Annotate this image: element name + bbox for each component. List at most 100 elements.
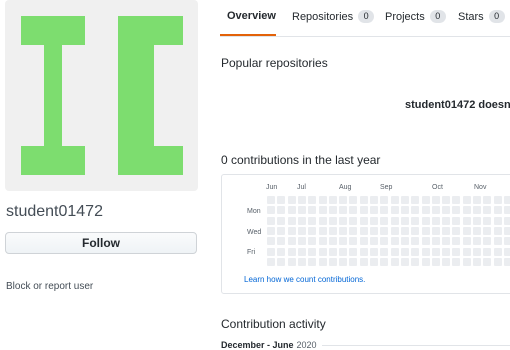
contribution-day-cell[interactable] bbox=[297, 216, 306, 225]
contribution-day-cell[interactable] bbox=[390, 257, 399, 266]
contribution-day-cell[interactable] bbox=[462, 257, 471, 266]
contribution-day-cell[interactable] bbox=[442, 237, 451, 246]
contribution-day-cell[interactable] bbox=[400, 226, 409, 235]
contribution-day-cell[interactable] bbox=[380, 257, 389, 266]
contribution-day-cell[interactable] bbox=[483, 216, 492, 225]
contribution-day-cell[interactable] bbox=[349, 216, 358, 225]
contribution-day-cell[interactable] bbox=[421, 216, 430, 225]
contribution-day-cell[interactable] bbox=[308, 247, 317, 256]
contribution-day-cell[interactable] bbox=[431, 206, 440, 215]
contribution-day-cell[interactable] bbox=[380, 237, 389, 246]
contribution-day-cell[interactable] bbox=[318, 216, 327, 225]
contribution-day-cell[interactable] bbox=[277, 237, 286, 246]
contribution-day-cell[interactable] bbox=[400, 247, 409, 256]
contribution-day-cell[interactable] bbox=[328, 237, 337, 246]
contribution-day-cell[interactable] bbox=[411, 257, 420, 266]
tab-projects[interactable]: Projects 0 bbox=[385, 10, 446, 23]
contribution-day-cell[interactable] bbox=[328, 257, 337, 266]
contribution-day-cell[interactable] bbox=[359, 237, 368, 246]
contribution-day-cell[interactable] bbox=[328, 206, 337, 215]
contribution-day-cell[interactable] bbox=[411, 206, 420, 215]
contribution-day-cell[interactable] bbox=[493, 196, 502, 204]
contribution-day-cell[interactable] bbox=[339, 216, 348, 225]
contribution-day-cell[interactable] bbox=[503, 226, 510, 235]
contribution-day-cell[interactable] bbox=[318, 237, 327, 246]
contribution-day-cell[interactable] bbox=[267, 247, 275, 256]
contribution-day-cell[interactable] bbox=[297, 226, 306, 235]
contribution-day-cell[interactable] bbox=[308, 216, 317, 225]
contribution-day-cell[interactable] bbox=[370, 226, 378, 235]
contribution-day-cell[interactable] bbox=[308, 257, 317, 266]
contribution-day-cell[interactable] bbox=[473, 226, 481, 235]
contribution-day-cell[interactable] bbox=[359, 216, 368, 225]
tab-repositories[interactable]: Repositories 0 bbox=[292, 10, 375, 23]
contribution-day-cell[interactable] bbox=[277, 226, 286, 235]
contribution-day-cell[interactable] bbox=[503, 206, 510, 215]
contribution-day-cell[interactable] bbox=[452, 247, 461, 256]
contribution-day-cell[interactable] bbox=[339, 247, 348, 256]
contribution-day-cell[interactable] bbox=[483, 237, 492, 246]
contribution-day-cell[interactable] bbox=[380, 216, 389, 225]
contribution-day-cell[interactable] bbox=[380, 226, 389, 235]
contribution-day-cell[interactable] bbox=[287, 247, 296, 256]
contribution-day-cell[interactable] bbox=[267, 226, 275, 235]
contribution-day-cell[interactable] bbox=[442, 196, 451, 204]
contribution-day-cell[interactable] bbox=[493, 237, 502, 246]
contribution-day-cell[interactable] bbox=[493, 247, 502, 256]
contribution-day-cell[interactable] bbox=[442, 257, 451, 266]
contribution-day-cell[interactable] bbox=[421, 196, 430, 204]
contribution-day-cell[interactable] bbox=[431, 247, 440, 256]
contribution-day-cell[interactable] bbox=[349, 226, 358, 235]
contribution-day-cell[interactable] bbox=[431, 257, 440, 266]
contribution-day-cell[interactable] bbox=[349, 206, 358, 215]
contribution-day-cell[interactable] bbox=[297, 247, 306, 256]
contribution-day-cell[interactable] bbox=[328, 216, 337, 225]
contribution-day-cell[interactable] bbox=[400, 257, 409, 266]
contribution-day-cell[interactable] bbox=[349, 237, 358, 246]
contribution-day-cell[interactable] bbox=[503, 237, 510, 246]
contribution-day-cell[interactable] bbox=[308, 237, 317, 246]
contribution-day-cell[interactable] bbox=[452, 226, 461, 235]
contribution-day-cell[interactable] bbox=[411, 196, 420, 204]
contribution-day-cell[interactable] bbox=[370, 247, 378, 256]
block-report-link[interactable]: Block or report user bbox=[6, 281, 93, 292]
contribution-day-cell[interactable] bbox=[462, 226, 471, 235]
contribution-day-cell[interactable] bbox=[318, 226, 327, 235]
contribution-day-cell[interactable] bbox=[328, 196, 337, 204]
contribution-day-cell[interactable] bbox=[483, 226, 492, 235]
contribution-day-cell[interactable] bbox=[359, 257, 368, 266]
contribution-day-cell[interactable] bbox=[287, 226, 296, 235]
contribution-day-cell[interactable] bbox=[400, 206, 409, 215]
contribution-day-cell[interactable] bbox=[421, 226, 430, 235]
tab-stars[interactable]: Stars 0 bbox=[458, 10, 505, 23]
contribution-day-cell[interactable] bbox=[267, 196, 275, 204]
contribution-day-cell[interactable] bbox=[462, 237, 471, 246]
contribution-day-cell[interactable] bbox=[287, 196, 296, 204]
contribution-day-cell[interactable] bbox=[349, 257, 358, 266]
contribution-day-cell[interactable] bbox=[267, 237, 275, 246]
contribution-day-cell[interactable] bbox=[411, 247, 420, 256]
contribution-day-cell[interactable] bbox=[442, 247, 451, 256]
contribution-day-cell[interactable] bbox=[411, 226, 420, 235]
contribution-day-cell[interactable] bbox=[452, 206, 461, 215]
contribution-day-cell[interactable] bbox=[277, 216, 286, 225]
contribution-day-cell[interactable] bbox=[318, 206, 327, 215]
contribution-day-cell[interactable] bbox=[287, 237, 296, 246]
contribution-day-cell[interactable] bbox=[473, 247, 481, 256]
contribution-day-cell[interactable] bbox=[473, 257, 481, 266]
contribution-day-cell[interactable] bbox=[421, 237, 430, 246]
contribution-day-cell[interactable] bbox=[452, 196, 461, 204]
contribution-day-cell[interactable] bbox=[483, 247, 492, 256]
contribution-day-cell[interactable] bbox=[421, 206, 430, 215]
contribution-day-cell[interactable] bbox=[390, 237, 399, 246]
contribution-day-cell[interactable] bbox=[267, 216, 275, 225]
contribution-day-cell[interactable] bbox=[503, 196, 510, 204]
contribution-day-cell[interactable] bbox=[452, 216, 461, 225]
contribution-day-cell[interactable] bbox=[411, 237, 420, 246]
contribution-day-cell[interactable] bbox=[431, 237, 440, 246]
contribution-day-cell[interactable] bbox=[390, 226, 399, 235]
contribution-day-cell[interactable] bbox=[442, 226, 451, 235]
contribution-day-cell[interactable] bbox=[462, 216, 471, 225]
contribution-day-cell[interactable] bbox=[493, 206, 502, 215]
contribution-day-cell[interactable] bbox=[277, 247, 286, 256]
